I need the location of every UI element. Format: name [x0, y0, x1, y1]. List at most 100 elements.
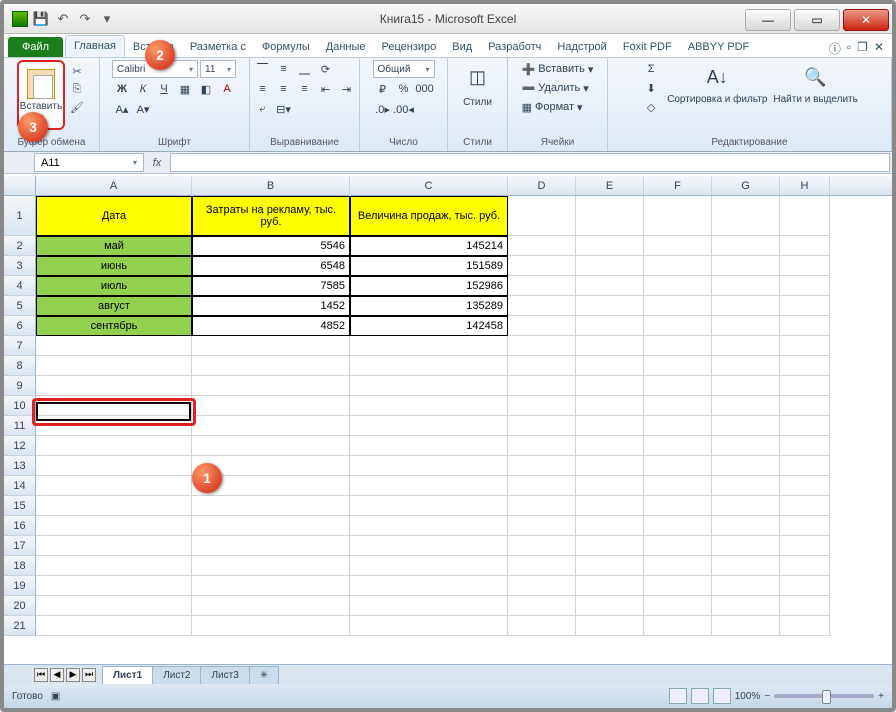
cells-delete-button[interactable]: ➖ Удалить ▾: [521, 79, 595, 97]
col-header[interactable]: G: [712, 176, 780, 195]
cell[interactable]: [350, 616, 508, 636]
cell[interactable]: [780, 356, 830, 376]
cell[interactable]: [780, 576, 830, 596]
cell[interactable]: 1452: [192, 296, 350, 316]
cell[interactable]: [780, 436, 830, 456]
align-bottom-icon[interactable]: ⎽: [295, 60, 315, 78]
cell[interactable]: [780, 256, 830, 276]
select-all-corner[interactable]: [4, 176, 36, 195]
cell[interactable]: [350, 536, 508, 556]
row-header[interactable]: 16: [4, 516, 36, 536]
row-header[interactable]: 19: [4, 576, 36, 596]
col-header[interactable]: H: [780, 176, 830, 195]
cell[interactable]: 152986: [350, 276, 508, 296]
cell[interactable]: [780, 456, 830, 476]
cell[interactable]: [644, 396, 712, 416]
cell[interactable]: [36, 376, 192, 396]
cell[interactable]: [644, 616, 712, 636]
cell[interactable]: [508, 276, 576, 296]
border-button[interactable]: ▦: [175, 80, 195, 98]
tab-review[interactable]: Рецензиро: [374, 37, 445, 57]
worksheet-grid[interactable]: A B C D E F G H 1ДатаЗатраты на рекламу,…: [4, 176, 892, 684]
cell[interactable]: [350, 356, 508, 376]
cell[interactable]: [36, 336, 192, 356]
clear-icon[interactable]: ◇: [641, 98, 661, 116]
cell[interactable]: 145214: [350, 236, 508, 256]
tab-developer[interactable]: Разработч: [480, 37, 549, 57]
cell[interactable]: 5546: [192, 236, 350, 256]
cell[interactable]: [712, 336, 780, 356]
qat-redo-icon[interactable]: ↷: [76, 10, 94, 28]
minimize-button[interactable]: —: [745, 9, 791, 31]
cell[interactable]: [576, 296, 644, 316]
cell[interactable]: [712, 516, 780, 536]
cell[interactable]: [508, 576, 576, 596]
row-header[interactable]: 15: [4, 496, 36, 516]
cell[interactable]: [780, 236, 830, 256]
cell[interactable]: 151589: [350, 256, 508, 276]
cell[interactable]: [644, 536, 712, 556]
cell[interactable]: [712, 496, 780, 516]
cell[interactable]: [712, 616, 780, 636]
cell[interactable]: [712, 436, 780, 456]
cell[interactable]: [712, 416, 780, 436]
cell[interactable]: [644, 276, 712, 296]
italic-button[interactable]: К: [133, 80, 153, 98]
cell[interactable]: [644, 336, 712, 356]
cell[interactable]: 142458: [350, 316, 508, 336]
tab-file[interactable]: Файл: [8, 37, 63, 57]
cell[interactable]: [780, 556, 830, 576]
row-header[interactable]: 2: [4, 236, 36, 256]
cells-insert-button[interactable]: ➕ Вставить ▾: [521, 60, 595, 78]
cell[interactable]: [780, 376, 830, 396]
cell[interactable]: [644, 516, 712, 536]
cell[interactable]: [350, 576, 508, 596]
row-header[interactable]: 14: [4, 476, 36, 496]
cell[interactable]: [350, 496, 508, 516]
fx-icon[interactable]: fx: [146, 152, 168, 173]
merge-button[interactable]: ⊟▾: [274, 100, 294, 118]
qat-more-icon[interactable]: ▾: [98, 10, 116, 28]
formula-input[interactable]: [170, 153, 890, 172]
indent-dec-icon[interactable]: ⇤: [316, 80, 336, 98]
align-center-icon[interactable]: ≡: [274, 80, 294, 98]
cell[interactable]: [36, 456, 192, 476]
wrap-text-icon[interactable]: ⤶: [253, 100, 273, 118]
cell[interactable]: [508, 196, 576, 236]
cell[interactable]: [192, 596, 350, 616]
cell[interactable]: [644, 356, 712, 376]
cell[interactable]: [508, 436, 576, 456]
cell[interactable]: [712, 456, 780, 476]
restore-icon[interactable]: ❐: [857, 40, 868, 57]
cell[interactable]: [508, 456, 576, 476]
cell-styles-icon[interactable]: ◫: [461, 60, 495, 94]
sheet-nav-next-icon[interactable]: ▶: [66, 668, 80, 682]
cell[interactable]: [508, 316, 576, 336]
view-layout-icon[interactable]: [691, 688, 709, 704]
row-header[interactable]: 1: [4, 196, 36, 236]
cell[interactable]: сентябрь: [36, 316, 192, 336]
cell[interactable]: [644, 196, 712, 236]
row-header[interactable]: 12: [4, 436, 36, 456]
col-header[interactable]: B: [192, 176, 350, 195]
align-right-icon[interactable]: ≡: [295, 80, 315, 98]
cell[interactable]: [712, 376, 780, 396]
tab-addins[interactable]: Надстрой: [549, 37, 614, 57]
col-header[interactable]: D: [508, 176, 576, 195]
cell[interactable]: [350, 376, 508, 396]
cell[interactable]: [192, 396, 350, 416]
cell[interactable]: [576, 576, 644, 596]
row-header[interactable]: 10: [4, 396, 36, 416]
row-header[interactable]: 17: [4, 536, 36, 556]
cell[interactable]: [508, 396, 576, 416]
tab-layout[interactable]: Разметка с: [182, 37, 254, 57]
cell[interactable]: [576, 196, 644, 236]
cell[interactable]: [192, 436, 350, 456]
row-header[interactable]: 6: [4, 316, 36, 336]
cell[interactable]: [712, 256, 780, 276]
cell[interactable]: [576, 396, 644, 416]
sheet-nav-last-icon[interactable]: ⏭: [82, 668, 96, 682]
cell[interactable]: [780, 496, 830, 516]
cell[interactable]: [508, 376, 576, 396]
cell[interactable]: [192, 556, 350, 576]
